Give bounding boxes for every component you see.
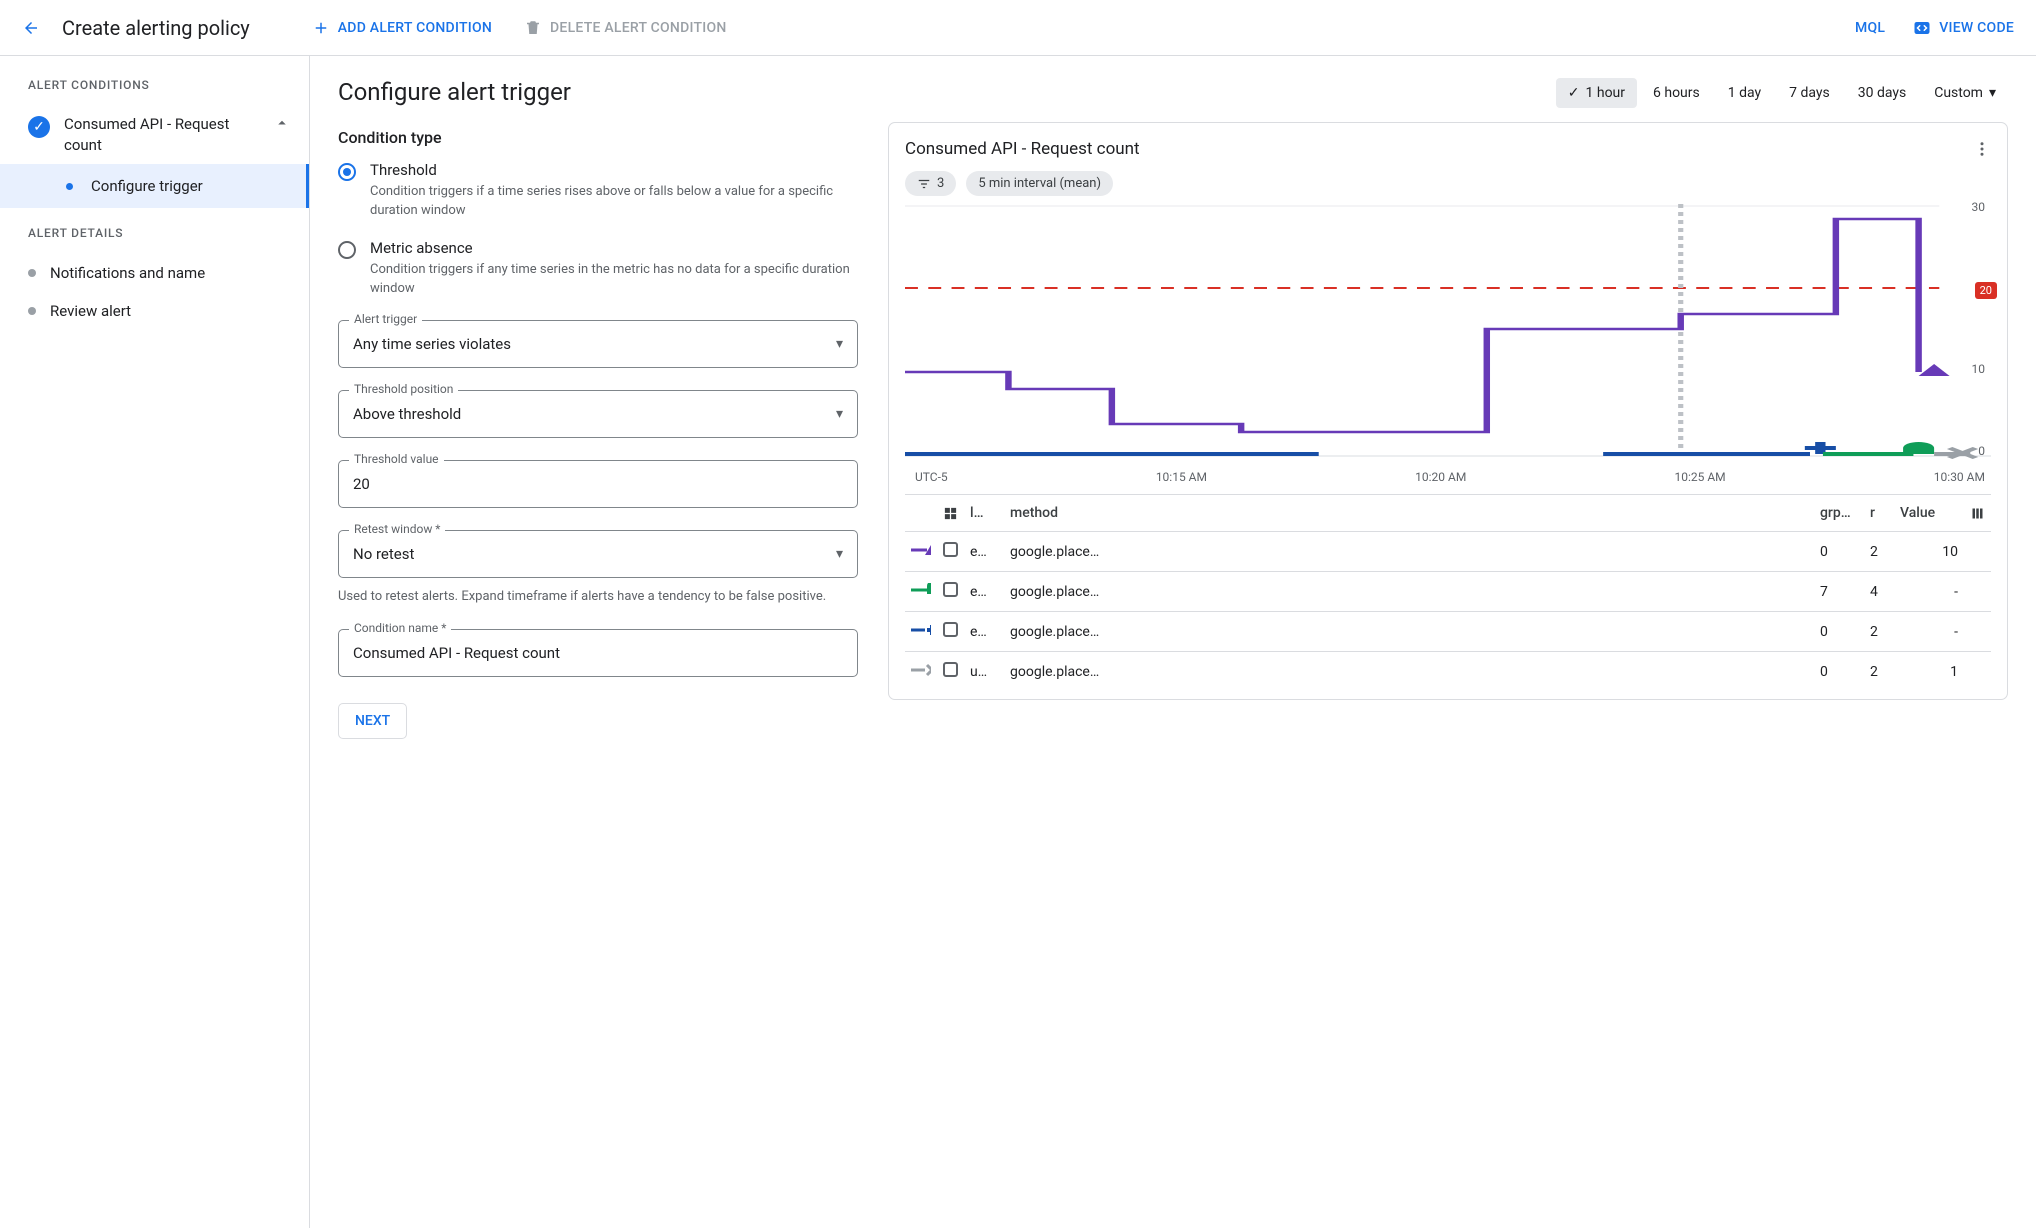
legend-table: l… method grp… r Value e…google.place…02…: [905, 494, 1991, 691]
alert-trigger-select[interactable]: Alert trigger Any time series violates ▾: [338, 320, 858, 368]
sidebar-alert-details-header: ALERT DETAILS: [0, 226, 309, 240]
view-code-button[interactable]: VIEW CODE: [1913, 19, 2014, 37]
sidebar-condition-name: Consumed API - Request count: [64, 114, 259, 156]
radio-threshold-title: Threshold: [370, 161, 858, 179]
checkbox[interactable]: [943, 662, 958, 677]
radio-icon: [338, 241, 356, 259]
columns-icon[interactable]: [1970, 506, 1985, 521]
radio-threshold[interactable]: Threshold Condition triggers if a time s…: [338, 161, 858, 221]
checkbox[interactable]: [943, 582, 958, 597]
sidebar-review-alert[interactable]: Review alert: [0, 292, 309, 330]
chart-title: Consumed API - Request count: [905, 139, 1140, 159]
top-bar: Create alerting policy ADD ALERT CONDITI…: [0, 0, 2036, 56]
time-opt-1hour[interactable]: ✓ 1 hour: [1556, 78, 1637, 108]
threshold-badge: 20: [1975, 282, 1997, 299]
delete-alert-condition-label: DELETE ALERT CONDITION: [550, 20, 727, 36]
filter-count-chip[interactable]: 3: [905, 171, 956, 196]
dot-icon: [28, 307, 36, 315]
radio-absence-title: Metric absence: [370, 239, 858, 257]
configure-trigger-heading: Configure alert trigger: [338, 78, 858, 106]
chevron-down-icon: ▾: [836, 336, 843, 352]
series-mark-icon: [911, 583, 931, 597]
add-alert-condition-label: ADD ALERT CONDITION: [338, 20, 492, 36]
grid-icon[interactable]: [943, 506, 958, 521]
threshold-position-select[interactable]: Threshold position Above threshold ▾: [338, 390, 858, 438]
chart-card: Consumed API - Request count 3 5 min int…: [888, 122, 2008, 700]
page-title: Create alerting policy: [62, 16, 250, 40]
interval-chip[interactable]: 5 min interval (mean): [966, 171, 1113, 196]
sidebar: ALERT CONDITIONS ✓ Consumed API - Reques…: [0, 56, 310, 1228]
filter-icon: [917, 177, 931, 191]
time-opt-7days[interactable]: 7 days: [1777, 78, 1842, 108]
sidebar-alert-conditions-header: ALERT CONDITIONS: [0, 78, 309, 92]
dot-icon: [66, 183, 73, 190]
dot-icon: [28, 269, 36, 277]
chart-plot[interactable]: 30 10 0 20: [905, 204, 1991, 464]
chart-x-axis: UTC-5 10:15 AM 10:20 AM 10:25 AM 10:30 A…: [905, 464, 1991, 484]
code-icon: [1913, 19, 1931, 37]
back-arrow-icon[interactable]: [22, 19, 40, 37]
sidebar-notifications-and-name[interactable]: Notifications and name: [0, 254, 309, 292]
add-alert-condition-button[interactable]: ADD ALERT CONDITION: [312, 19, 492, 37]
time-range-selector: ✓ 1 hour 6 hours 1 day 7 days 30 days Cu…: [888, 78, 2008, 108]
delete-alert-condition-button[interactable]: DELETE ALERT CONDITION: [524, 19, 727, 37]
table-row[interactable]: e…google.place…0210: [905, 532, 1991, 572]
check-icon: ✓: [1568, 85, 1580, 101]
chevron-down-icon: ▾: [836, 546, 843, 562]
series-mark-icon: [911, 543, 931, 557]
time-opt-custom[interactable]: Custom ▾: [1922, 78, 2008, 108]
check-circle-icon: ✓: [28, 116, 50, 138]
condition-type-header: Condition type: [338, 128, 858, 147]
condition-name-input[interactable]: Condition name * Consumed API - Request …: [338, 629, 858, 677]
checkbox[interactable]: [943, 542, 958, 557]
radio-icon: [338, 163, 356, 181]
mql-button[interactable]: MQL: [1855, 20, 1885, 36]
kebab-menu-icon[interactable]: [1973, 140, 1991, 158]
plus-icon: [312, 19, 330, 37]
chevron-down-icon: ▾: [836, 406, 843, 422]
retest-helper-text: Used to retest alerts. Expand timeframe …: [338, 588, 858, 607]
trash-icon: [524, 19, 542, 37]
threshold-value-input[interactable]: Threshold value 20: [338, 460, 858, 508]
table-row[interactable]: u…google.place…021: [905, 652, 1991, 692]
next-button[interactable]: NEXT: [338, 703, 407, 739]
time-opt-1day[interactable]: 1 day: [1716, 78, 1773, 108]
checkbox[interactable]: [943, 622, 958, 637]
series-mark-icon: [911, 623, 931, 637]
preview-column: ✓ 1 hour 6 hours 1 day 7 days 30 days Cu…: [888, 78, 2008, 1206]
radio-metric-absence[interactable]: Metric absence Condition triggers if any…: [338, 239, 858, 299]
retest-window-select[interactable]: Retest window * No retest ▾: [338, 530, 858, 578]
sidebar-condition-row[interactable]: ✓ Consumed API - Request count: [0, 106, 309, 164]
table-row[interactable]: e…google.place…74-: [905, 572, 1991, 612]
form-column: Configure alert trigger Condition type T…: [338, 78, 858, 1206]
time-opt-30days[interactable]: 30 days: [1846, 78, 1918, 108]
chevron-down-icon: ▾: [1989, 85, 1996, 101]
series-mark-icon: [911, 663, 931, 677]
radio-absence-desc: Condition triggers if any time series in…: [370, 261, 858, 299]
radio-threshold-desc: Condition triggers if a time series rise…: [370, 183, 858, 221]
time-opt-6hours[interactable]: 6 hours: [1641, 78, 1712, 108]
chevron-up-icon[interactable]: [273, 114, 291, 132]
view-code-label: VIEW CODE: [1939, 20, 2014, 36]
table-row[interactable]: e…google.place…02-: [905, 612, 1991, 652]
sidebar-configure-trigger[interactable]: Configure trigger: [0, 164, 309, 208]
table-header-row: l… method grp… r Value: [905, 495, 1991, 532]
